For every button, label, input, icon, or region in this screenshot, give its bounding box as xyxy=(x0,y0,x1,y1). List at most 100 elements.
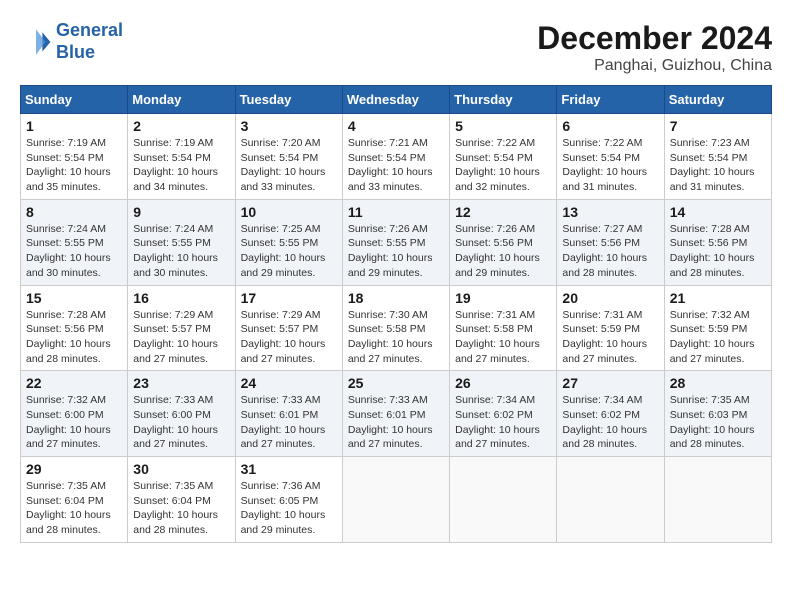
calendar-cell: 15 Sunrise: 7:28 AM Sunset: 5:56 PM Dayli… xyxy=(21,285,128,371)
calendar-week-1: 1 Sunrise: 7:19 AM Sunset: 5:54 PM Daylig… xyxy=(21,114,772,200)
day-info: Sunrise: 7:33 AM Sunset: 6:01 PM Dayligh… xyxy=(241,393,337,452)
location: Panghai, Guizhou, China xyxy=(537,57,772,75)
day-number: 14 xyxy=(670,204,766,220)
calendar-cell xyxy=(450,457,557,543)
logo-line1: General xyxy=(56,20,123,40)
day-info: Sunrise: 7:32 AM Sunset: 5:59 PM Dayligh… xyxy=(670,308,766,367)
day-info: Sunrise: 7:24 AM Sunset: 5:55 PM Dayligh… xyxy=(26,222,122,281)
day-number: 18 xyxy=(348,290,444,306)
calendar-cell: 2 Sunrise: 7:19 AM Sunset: 5:54 PM Daylig… xyxy=(128,114,235,200)
day-number: 27 xyxy=(562,375,658,391)
calendar-week-2: 8 Sunrise: 7:24 AM Sunset: 5:55 PM Daylig… xyxy=(21,199,772,285)
day-number: 9 xyxy=(133,204,229,220)
day-info: Sunrise: 7:33 AM Sunset: 6:01 PM Dayligh… xyxy=(348,393,444,452)
calendar-header-row: SundayMondayTuesdayWednesdayThursdayFrid… xyxy=(21,86,772,114)
calendar-cell: 21Sunrise: 7:32 AM Sunset: 5:59 PM Dayli… xyxy=(664,285,771,371)
calendar-cell: 26 Sunrise: 7:34 AM Sunset: 6:02 PM Dayli… xyxy=(450,371,557,457)
day-number: 22 xyxy=(26,375,122,391)
weekday-header-tuesday: Tuesday xyxy=(235,86,342,114)
day-number: 11 xyxy=(348,204,444,220)
calendar-cell: 6Sunrise: 7:22 AM Sunset: 5:54 PM Daylig… xyxy=(557,114,664,200)
calendar-cell: 30Sunrise: 7:35 AM Sunset: 6:04 PM Dayli… xyxy=(128,457,235,543)
calendar-cell: 22 Sunrise: 7:32 AM Sunset: 6:00 PM Dayli… xyxy=(21,371,128,457)
day-info: Sunrise: 7:28 AM Sunset: 5:56 PM Dayligh… xyxy=(26,308,122,367)
day-number: 24 xyxy=(241,375,337,391)
calendar-cell xyxy=(342,457,449,543)
day-number: 15 xyxy=(26,290,122,306)
logo: General Blue xyxy=(20,20,123,63)
day-number: 13 xyxy=(562,204,658,220)
day-info: Sunrise: 7:26 AM Sunset: 5:56 PM Dayligh… xyxy=(455,222,551,281)
logo-icon xyxy=(20,26,52,58)
calendar-cell: 17 Sunrise: 7:29 AM Sunset: 5:57 PM Dayli… xyxy=(235,285,342,371)
calendar-cell xyxy=(664,457,771,543)
weekday-header-friday: Friday xyxy=(557,86,664,114)
day-number: 5 xyxy=(455,118,551,134)
day-info: Sunrise: 7:35 AM Sunset: 6:04 PM Dayligh… xyxy=(133,479,229,538)
day-number: 8 xyxy=(26,204,122,220)
calendar-table: SundayMondayTuesdayWednesdayThursdayFrid… xyxy=(20,85,772,543)
calendar-cell: 4Sunrise: 7:21 AM Sunset: 5:54 PM Daylig… xyxy=(342,114,449,200)
day-info: Sunrise: 7:20 AM Sunset: 5:54 PM Dayligh… xyxy=(241,136,337,195)
day-number: 25 xyxy=(348,375,444,391)
day-info: Sunrise: 7:31 AM Sunset: 5:59 PM Dayligh… xyxy=(562,308,658,367)
day-number: 16 xyxy=(133,290,229,306)
day-info: Sunrise: 7:31 AM Sunset: 5:58 PM Dayligh… xyxy=(455,308,551,367)
calendar-cell: 16 Sunrise: 7:29 AM Sunset: 5:57 PM Dayli… xyxy=(128,285,235,371)
calendar-cell: 18 Sunrise: 7:30 AM Sunset: 5:58 PM Dayli… xyxy=(342,285,449,371)
logo-text: General Blue xyxy=(56,20,123,63)
weekday-header-wednesday: Wednesday xyxy=(342,86,449,114)
day-number: 2 xyxy=(133,118,229,134)
month-title: December 2024 xyxy=(537,20,772,57)
calendar-week-4: 22 Sunrise: 7:32 AM Sunset: 6:00 PM Dayli… xyxy=(21,371,772,457)
day-number: 17 xyxy=(241,290,337,306)
day-info: Sunrise: 7:26 AM Sunset: 5:55 PM Dayligh… xyxy=(348,222,444,281)
day-info: Sunrise: 7:35 AM Sunset: 6:04 PM Dayligh… xyxy=(26,479,122,538)
calendar-cell xyxy=(557,457,664,543)
day-number: 3 xyxy=(241,118,337,134)
day-number: 12 xyxy=(455,204,551,220)
day-info: Sunrise: 7:19 AM Sunset: 5:54 PM Dayligh… xyxy=(26,136,122,195)
calendar-cell: 27 Sunrise: 7:34 AM Sunset: 6:02 PM Dayli… xyxy=(557,371,664,457)
calendar-cell: 31Sunrise: 7:36 AM Sunset: 6:05 PM Dayli… xyxy=(235,457,342,543)
day-info: Sunrise: 7:27 AM Sunset: 5:56 PM Dayligh… xyxy=(562,222,658,281)
logo-line2: Blue xyxy=(56,42,95,62)
calendar-cell: 1 Sunrise: 7:19 AM Sunset: 5:54 PM Daylig… xyxy=(21,114,128,200)
calendar-cell: 28Sunrise: 7:35 AM Sunset: 6:03 PM Dayli… xyxy=(664,371,771,457)
day-info: Sunrise: 7:25 AM Sunset: 5:55 PM Dayligh… xyxy=(241,222,337,281)
day-info: Sunrise: 7:35 AM Sunset: 6:03 PM Dayligh… xyxy=(670,393,766,452)
day-number: 31 xyxy=(241,461,337,477)
day-info: Sunrise: 7:22 AM Sunset: 5:54 PM Dayligh… xyxy=(455,136,551,195)
day-info: Sunrise: 7:19 AM Sunset: 5:54 PM Dayligh… xyxy=(133,136,229,195)
page-header: General Blue December 2024 Panghai, Guiz… xyxy=(20,20,772,75)
day-info: Sunrise: 7:29 AM Sunset: 5:57 PM Dayligh… xyxy=(133,308,229,367)
day-number: 19 xyxy=(455,290,551,306)
day-info: Sunrise: 7:22 AM Sunset: 5:54 PM Dayligh… xyxy=(562,136,658,195)
day-number: 20 xyxy=(562,290,658,306)
calendar-body: 1 Sunrise: 7:19 AM Sunset: 5:54 PM Daylig… xyxy=(21,114,772,543)
day-info: Sunrise: 7:29 AM Sunset: 5:57 PM Dayligh… xyxy=(241,308,337,367)
day-number: 29 xyxy=(26,461,122,477)
calendar-cell: 7Sunrise: 7:23 AM Sunset: 5:54 PM Daylig… xyxy=(664,114,771,200)
day-info: Sunrise: 7:23 AM Sunset: 5:54 PM Dayligh… xyxy=(670,136,766,195)
day-info: Sunrise: 7:33 AM Sunset: 6:00 PM Dayligh… xyxy=(133,393,229,452)
calendar-cell: 24 Sunrise: 7:33 AM Sunset: 6:01 PM Dayli… xyxy=(235,371,342,457)
calendar-cell: 12 Sunrise: 7:26 AM Sunset: 5:56 PM Dayli… xyxy=(450,199,557,285)
weekday-header-sunday: Sunday xyxy=(21,86,128,114)
calendar-cell: 29 Sunrise: 7:35 AM Sunset: 6:04 PM Dayli… xyxy=(21,457,128,543)
calendar-cell: 11 Sunrise: 7:26 AM Sunset: 5:55 PM Dayli… xyxy=(342,199,449,285)
day-info: Sunrise: 7:34 AM Sunset: 6:02 PM Dayligh… xyxy=(562,393,658,452)
calendar-cell: 9Sunrise: 7:24 AM Sunset: 5:55 PM Daylig… xyxy=(128,199,235,285)
day-number: 1 xyxy=(26,118,122,134)
day-number: 26 xyxy=(455,375,551,391)
calendar-week-3: 15 Sunrise: 7:28 AM Sunset: 5:56 PM Dayli… xyxy=(21,285,772,371)
day-info: Sunrise: 7:32 AM Sunset: 6:00 PM Dayligh… xyxy=(26,393,122,452)
calendar-cell: 10 Sunrise: 7:25 AM Sunset: 5:55 PM Dayli… xyxy=(235,199,342,285)
calendar-cell: 25 Sunrise: 7:33 AM Sunset: 6:01 PM Dayli… xyxy=(342,371,449,457)
calendar-cell: 19 Sunrise: 7:31 AM Sunset: 5:58 PM Dayli… xyxy=(450,285,557,371)
day-info: Sunrise: 7:34 AM Sunset: 6:02 PM Dayligh… xyxy=(455,393,551,452)
day-number: 10 xyxy=(241,204,337,220)
day-info: Sunrise: 7:21 AM Sunset: 5:54 PM Dayligh… xyxy=(348,136,444,195)
calendar-cell: 3 Sunrise: 7:20 AM Sunset: 5:54 PM Daylig… xyxy=(235,114,342,200)
day-info: Sunrise: 7:30 AM Sunset: 5:58 PM Dayligh… xyxy=(348,308,444,367)
